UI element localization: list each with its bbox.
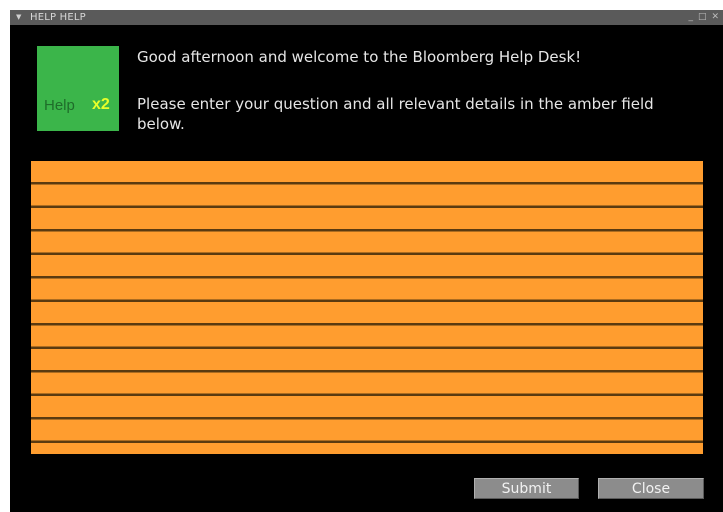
greeting-text: Good afternoon and welcome to the Bloomb… [137,48,582,66]
maximize-icon[interactable]: □ [698,10,707,25]
close-window-icon[interactable]: ✕ [711,10,719,25]
submit-button[interactable]: Submit [474,478,579,499]
title-bar[interactable]: ▼ HELP HELP _ □ ✕ [10,10,723,25]
help-logo-text: Help [44,97,75,114]
window-controls: _ □ ✕ [688,10,719,25]
window-menu-icon[interactable]: ▼ [16,10,21,25]
help-window: ▼ HELP HELP _ □ ✕ Help x2 Good afternoon… [10,10,723,512]
help-logo-badge: x2 [92,96,110,113]
instructions-text: Please enter your question and all relev… [137,95,654,133]
minimize-icon[interactable]: _ [688,10,693,25]
question-input[interactable] [31,161,703,454]
help-x2-logo: Help x2 [37,46,119,131]
window-title: HELP HELP [30,12,86,23]
close-button[interactable]: Close [598,478,704,499]
